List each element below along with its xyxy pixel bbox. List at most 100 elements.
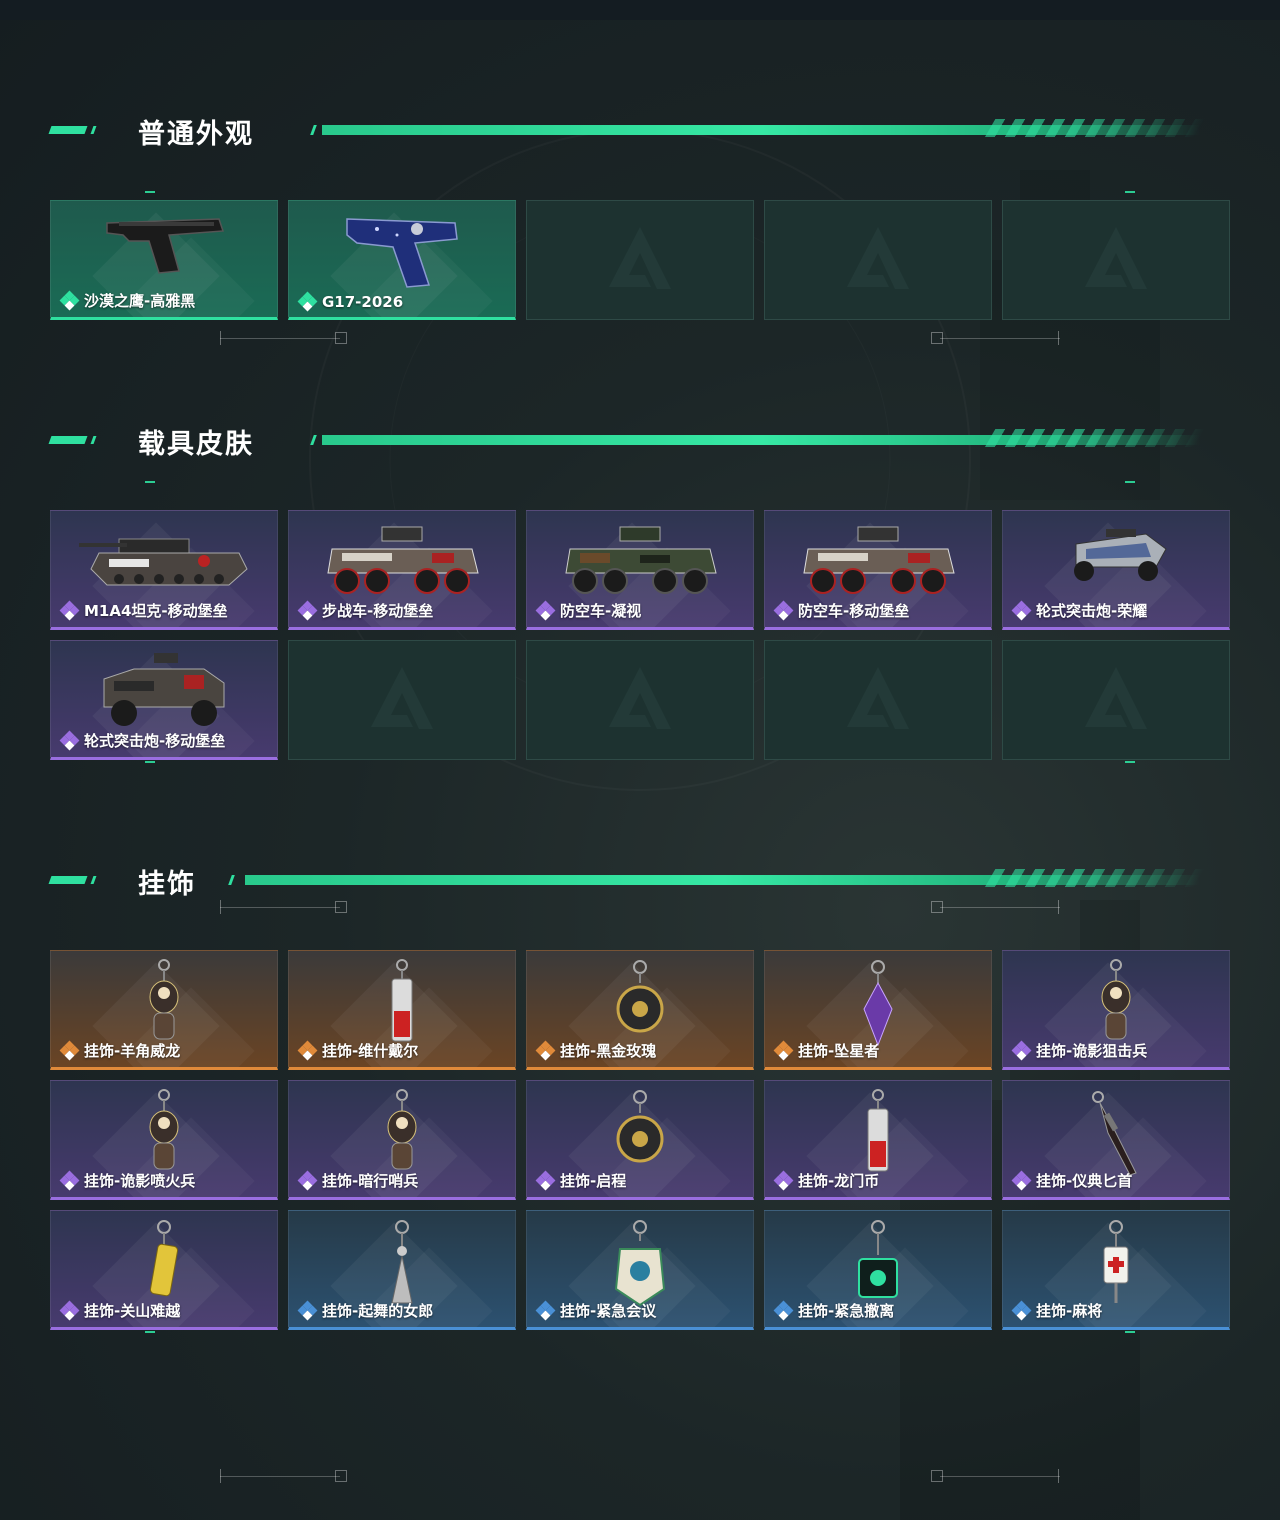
item-image	[560, 519, 720, 608]
rarity-diamond-icon	[535, 600, 556, 620]
item-label-row: 挂饰-维什戴尔	[297, 1040, 419, 1061]
item-label-row: 挂饰-启程	[535, 1170, 627, 1191]
rarity-diamond-icon	[773, 1300, 794, 1320]
item-label-row: M1A4坦克-移动堡垒	[59, 600, 228, 621]
game-logo-icon	[1081, 223, 1151, 297]
empty-slot	[764, 640, 992, 760]
ruler-line	[940, 1476, 1060, 1477]
rarity-diamond-icon	[535, 1170, 556, 1190]
item-card[interactable]: 挂饰-坠星者	[764, 950, 992, 1070]
empty-slot	[1002, 640, 1230, 760]
item-card[interactable]: 挂饰-启程	[526, 1080, 754, 1200]
item-name: 步战车-移动堡垒	[322, 602, 434, 620]
item-label-row: 轮式突击炮-荣耀	[1011, 600, 1147, 621]
item-card[interactable]: 防空车-凝视	[526, 510, 754, 630]
item-card[interactable]: 挂饰-黑金玫瑰	[526, 950, 754, 1070]
ruler-box	[335, 1470, 347, 1482]
empty-slot	[764, 200, 992, 320]
rarity-diamond-icon	[59, 1170, 80, 1190]
rarity-diamond-icon	[773, 1170, 794, 1190]
item-image	[337, 209, 467, 293]
item-image	[1056, 519, 1176, 593]
section-header-vehicle-skins: 载具皮肤	[48, 425, 1230, 460]
header-dash	[48, 436, 88, 444]
item-name: 挂饰-维什戴尔	[322, 1042, 419, 1060]
item-label-row: 防空车-凝视	[535, 600, 641, 621]
item-card[interactable]: 挂饰-龙门币	[764, 1080, 992, 1200]
rarity-diamond-icon	[59, 1040, 80, 1060]
rarity-diamond-icon	[773, 1040, 794, 1060]
item-name: 挂饰-关山难越	[84, 1302, 181, 1320]
item-label-row: 挂饰-黑金玫瑰	[535, 1040, 656, 1061]
item-image	[99, 209, 229, 283]
item-name: 挂饰-坠星者	[798, 1042, 880, 1060]
rarity-diamond-icon	[297, 1040, 318, 1060]
item-card[interactable]: 挂饰-诡影狙击兵	[1002, 950, 1230, 1070]
item-name: 挂饰-诡影狙击兵	[1036, 1042, 1148, 1060]
vehicle-skin-grid: M1A4坦克-移动堡垒 步战车-移动堡垒 防空车-凝视 防空车-移动堡垒 轮式突击炮-荣…	[50, 510, 1230, 760]
item-name: 挂饰-诡影喷火兵	[84, 1172, 196, 1190]
item-card[interactable]: 挂饰-仪典匕首	[1002, 1080, 1230, 1200]
item-card[interactable]: 步战车-移动堡垒	[288, 510, 516, 630]
item-image	[322, 519, 482, 608]
item-card[interactable]: 轮式突击炮-荣耀	[1002, 510, 1230, 630]
item-card[interactable]: 防空车-移动堡垒	[764, 510, 992, 630]
ruler-tick	[1058, 900, 1059, 914]
item-card[interactable]: 挂饰-关山难越	[50, 1210, 278, 1330]
item-card[interactable]: G17-2026	[288, 200, 516, 320]
ruler-tick	[1058, 1469, 1059, 1483]
accent-tick	[145, 191, 155, 193]
accent-tick	[1125, 761, 1135, 763]
ruler-line	[940, 907, 1060, 908]
game-logo-icon	[367, 663, 437, 737]
section-title: 载具皮肤	[138, 429, 254, 460]
item-label-row: 挂饰-起舞的女郎	[297, 1300, 433, 1321]
ruler-tick	[220, 900, 221, 914]
header-dash	[48, 876, 88, 884]
item-card[interactable]: 挂饰-起舞的女郎	[288, 1210, 516, 1330]
item-card[interactable]: M1A4坦克-移动堡垒	[50, 510, 278, 630]
game-logo-icon	[843, 223, 913, 297]
item-label-row: 防空车-移动堡垒	[773, 600, 909, 621]
header-checker	[984, 429, 1206, 447]
ruler-line	[220, 907, 340, 908]
item-name: 挂饰-暗行哨兵	[322, 1172, 419, 1190]
item-card[interactable]: 沙漠之鹰-高雅黑	[50, 200, 278, 320]
empty-slot	[526, 200, 754, 320]
rarity-diamond-icon	[59, 1300, 80, 1320]
item-card[interactable]: 挂饰-紧急撤离	[764, 1210, 992, 1330]
item-name: 挂饰-启程	[560, 1172, 627, 1190]
item-card[interactable]: 轮式突击炮-移动堡垒	[50, 640, 278, 760]
accent-tick	[145, 1331, 155, 1333]
item-card[interactable]: 挂饰-诡影喷火兵	[50, 1080, 278, 1200]
item-label-row: 挂饰-麻将	[1011, 1300, 1103, 1321]
item-name: M1A4坦克-移动堡垒	[84, 602, 228, 620]
item-name: 挂饰-紧急会议	[560, 1302, 657, 1320]
rarity-diamond-icon	[297, 600, 318, 620]
section-header-charms: 挂饰	[48, 865, 1230, 900]
item-name: 挂饰-麻将	[1036, 1302, 1103, 1320]
header-checker	[984, 119, 1206, 137]
ruler-box	[931, 332, 943, 344]
item-label-row: 步战车-移动堡垒	[297, 600, 434, 621]
item-name: 挂饰-仪典匕首	[1036, 1172, 1133, 1190]
item-image	[798, 519, 958, 608]
item-card[interactable]: 挂饰-维什戴尔	[288, 950, 516, 1070]
rarity-diamond-icon	[1011, 1170, 1032, 1190]
item-label-row: G17-2026	[297, 291, 403, 312]
item-name: 轮式突击炮-移动堡垒	[84, 732, 226, 750]
item-card[interactable]: 挂饰-紧急会议	[526, 1210, 754, 1330]
header-dash	[48, 126, 88, 134]
item-name: 沙漠之鹰-高雅黑	[84, 292, 196, 310]
skin-grid: 沙漠之鹰-高雅黑 G17-2026	[50, 200, 1230, 320]
empty-slot	[288, 640, 516, 760]
item-label-row: 轮式突击炮-移动堡垒	[59, 730, 226, 751]
accent-tick	[145, 481, 155, 483]
empty-slot	[1002, 200, 1230, 320]
item-card[interactable]: 挂饰-羊角威龙	[50, 950, 278, 1070]
item-card[interactable]: 挂饰-麻将	[1002, 1210, 1230, 1330]
header-tick	[310, 125, 317, 135]
header-checker	[984, 869, 1206, 887]
item-card[interactable]: 挂饰-暗行哨兵	[288, 1080, 516, 1200]
rarity-diamond-icon	[1011, 600, 1032, 620]
